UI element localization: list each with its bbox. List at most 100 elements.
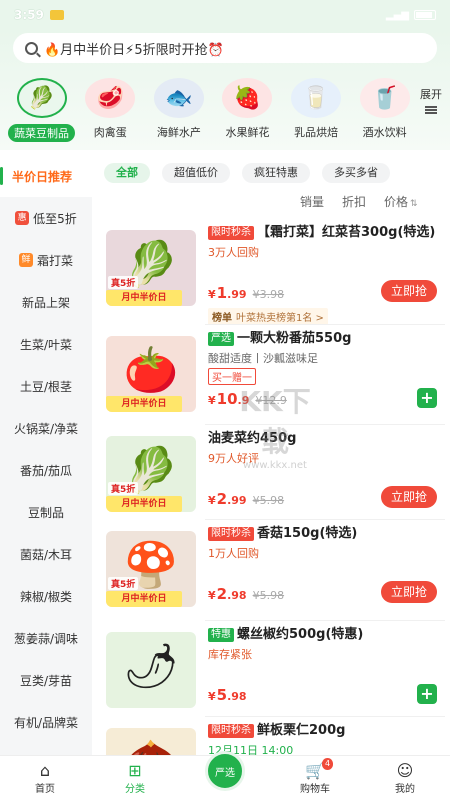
watermark-logo: KK下载 — [239, 385, 311, 458]
sidebar-item[interactable]: 葱姜蒜/调味 — [0, 617, 92, 659]
ranking-tag: 榜单 — [212, 313, 232, 324]
sidebar-item-label: 半价日推荐 — [12, 169, 73, 184]
category-image: 🥛 — [291, 78, 342, 118]
filter-chip[interactable]: 全部 — [104, 163, 150, 183]
profile-icon: ☺ — [396, 760, 414, 780]
sidebar-item-label: 火锅菜/净菜 — [13, 421, 79, 436]
sidebar-item[interactable]: 豆制品 — [0, 491, 92, 533]
product-image: 🥬 真5折 月中半价日 — [106, 230, 196, 306]
product-name: 一颗大粉番茄550g — [237, 331, 352, 346]
sort-price-label: 价格 — [384, 195, 409, 209]
product-info: 特惠 螺丝椒约500g(特惠) 库存紧张 — [208, 626, 438, 662]
product-price: ¥2.99 — [208, 490, 247, 508]
filter-chip[interactable]: 多买多省 — [322, 163, 390, 183]
product-subtitle: 1万人回购 — [208, 547, 259, 560]
category-item[interactable]: 🥛 乳品烘焙 — [283, 78, 350, 146]
product-card[interactable]: 🥬 真5折 月中半价日 限时秒杀 【霜打菜】红菜苔300g(特选) 3万人回购 ¥1.99 ¥… — [100, 224, 445, 325]
meat-icon: 🥩 — [96, 85, 124, 111]
product-image: 🌶 — [106, 632, 196, 708]
expand-categories-button[interactable]: 展开 — [420, 88, 442, 114]
sidebar-item[interactable]: 辣椒/椒类 — [0, 575, 92, 617]
filter-chip[interactable]: 超值低价 — [162, 163, 230, 183]
sidebar-item-label: 辣椒/椒类 — [19, 589, 73, 604]
product-image: 🍄 真5折 月中半价日 — [106, 531, 196, 607]
category-item[interactable]: 🍓 水果鲜花 — [214, 78, 281, 146]
sidebar-item[interactable]: 番茄/茄瓜 — [0, 449, 92, 491]
product-name: 鲜板栗仁200g — [257, 723, 346, 738]
sort-price[interactable]: 价格 ⇅ — [384, 193, 418, 210]
product-image: 🍅 月中半价日 — [106, 336, 196, 412]
nav-selection[interactable]: 严选 — [180, 751, 270, 800]
sidebar-item[interactable]: 菌菇/木耳 — [0, 533, 92, 575]
nav-cart[interactable]: 🛒 4 购物车 — [270, 756, 360, 800]
category-label: 乳品烘焙 — [294, 126, 339, 139]
grab-now-button[interactable]: 立即抢 — [380, 280, 437, 302]
price-row: ¥2.98 ¥5.98 — [208, 585, 284, 603]
add-to-cart-button[interactable]: + — [417, 684, 437, 704]
fresh-badge: 鲜 — [18, 253, 33, 267]
promo-banner: 月中半价日 — [106, 396, 182, 412]
search-icon — [25, 41, 38, 55]
add-to-cart-button[interactable]: + — [417, 388, 437, 408]
product-card[interactable]: 🍄 真5折 月中半价日 限时秒杀 香菇150g(特选) 1万人回购 ¥2.98 ¥5.98 立即… — [100, 525, 445, 625]
product-title: 限时秒杀 鲜板栗仁200g — [208, 722, 438, 740]
search-bar[interactable]: 🔥月中半价日⚡5折限时开抢⏰ — [13, 33, 437, 63]
price-row: ¥1.99 ¥3.98 — [208, 284, 284, 302]
product-price: ¥2.98 — [208, 585, 247, 603]
product-tag: 限时秒杀 — [208, 724, 254, 738]
grab-now-button[interactable]: 立即抢 — [380, 581, 437, 603]
nav-mine[interactable]: ☺ 我的 — [360, 756, 450, 800]
product-name: 螺丝椒约500g(特惠) — [237, 627, 364, 642]
original-price: ¥5.98 — [252, 494, 285, 507]
signal-icon: ▂▄▆ — [385, 9, 409, 21]
sort-options: 销量 折扣 价格 ⇅ — [300, 193, 418, 210]
nav-label: 分类 — [125, 783, 145, 795]
grab-now-button[interactable]: 立即抢 — [380, 486, 437, 508]
category-label: 海鲜水产 — [156, 126, 201, 139]
sort-sales[interactable]: 销量 — [300, 193, 324, 210]
sidebar-item-label: 低至5折 — [33, 211, 77, 226]
filter-chip[interactable]: 疯狂特惠 — [242, 163, 310, 183]
price-row: ¥2.99 ¥5.98 — [208, 490, 284, 508]
product-tag: 限时秒杀 — [208, 527, 254, 541]
sidebar-item-label: 豆类/芽苗 — [19, 673, 73, 688]
product-subtitle: 库存紧张 — [208, 648, 252, 661]
sidebar-item[interactable]: 豆类/芽苗 — [0, 659, 92, 701]
category-item[interactable]: 🥩 肉禽蛋 — [77, 78, 144, 146]
category-image: 🥬 — [16, 78, 67, 118]
sidebar-item[interactable]: 半价日推荐 — [0, 155, 92, 197]
selection-logo: 严选 — [205, 751, 245, 791]
status-bar: 3:59 ▂▄▆ — [0, 0, 450, 30]
nav-category[interactable]: ⊞ 分类 — [90, 756, 180, 800]
product-subtitle: 3万人回购 — [208, 246, 259, 259]
watermark-url: www.kkx.net — [243, 460, 307, 471]
product-card[interactable]: 🌶 特惠 螺丝椒约500g(特惠) 库存紧张 ¥5.98 + — [100, 626, 445, 726]
sidebar-item[interactable]: 生菜/叶菜 — [0, 323, 92, 365]
sort-discount[interactable]: 折扣 — [342, 193, 366, 210]
category-item[interactable]: 🥤 酒水饮料 — [351, 78, 418, 146]
sidebar-item-label: 番茄/茄瓜 — [19, 463, 73, 478]
price-decimal: .98 — [227, 589, 247, 602]
sidebar-item[interactable]: 新品上架 — [0, 281, 92, 323]
ranking-badge[interactable]: 榜单 叶菜热卖榜第1名 > — [208, 308, 328, 325]
category-item[interactable]: 🥬 蔬菜豆制品 — [8, 78, 75, 146]
status-icons: ▂▄▆ — [386, 10, 436, 21]
product-title: 限时秒杀 香菇150g(特选) — [208, 525, 438, 543]
category-label: 肉禽蛋 — [93, 126, 127, 139]
category-sidebar: 半价日推荐 惠低至5折 鲜霜打菜 新品上架 生菜/叶菜 土豆/根茎 火锅菜/净菜… — [0, 155, 92, 755]
sidebar-item-label: 菌菇/木耳 — [19, 547, 73, 562]
sidebar-item[interactable]: 土豆/根茎 — [0, 365, 92, 407]
sidebar-item[interactable]: 火锅菜/净菜 — [0, 407, 92, 449]
sidebar-item[interactable]: 有机/品牌菜 — [0, 701, 92, 743]
half-price-label: 真5折 — [108, 577, 139, 590]
fish-icon: 🐟 — [165, 85, 193, 111]
sidebar-item[interactable]: 惠低至5折 — [0, 197, 92, 239]
category-label: 蔬菜豆制品 — [8, 124, 75, 142]
original-price: ¥3.98 — [252, 288, 285, 301]
category-item[interactable]: 🐟 海鲜水产 — [146, 78, 213, 146]
vegetable-icon: 🥬 — [27, 85, 56, 111]
product-info: 限时秒杀 【霜打菜】红菜苔300g(特选) 3万人回购 — [208, 224, 438, 260]
nav-home[interactable]: ⌂ 首页 — [0, 756, 90, 800]
bottom-nav: ⌂ 首页 ⊞ 分类 严选 🛒 4 购物车 ☺ 我的 — [0, 751, 450, 800]
sidebar-item[interactable]: 鲜霜打菜 — [0, 239, 92, 281]
